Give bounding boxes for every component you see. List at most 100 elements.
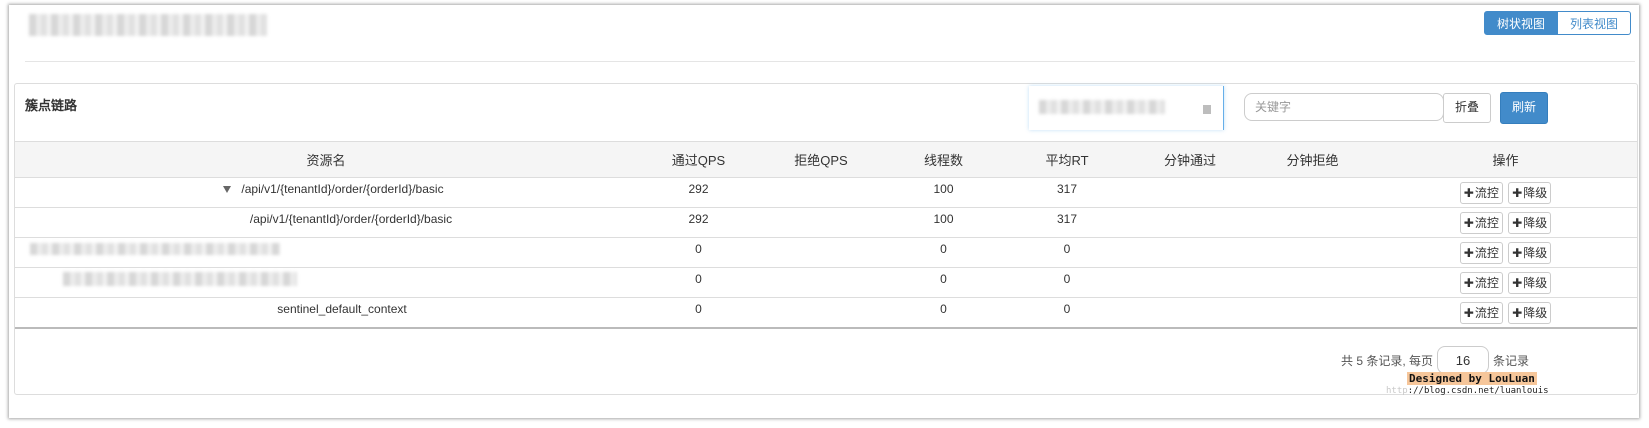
header-divider [25, 61, 1635, 62]
avg-rt-cell: 317 [1005, 177, 1129, 208]
min-block-cell [1251, 177, 1374, 208]
add-degrade-rule-label: 降级 [1523, 216, 1548, 230]
resource-panel: 簇点链路 折叠 刷新 资源名 通过QPS 拒绝QPS 线程数 平均RT 分钟通过… [14, 83, 1638, 395]
column-header-threads[interactable]: 线程数 [882, 141, 1005, 178]
add-flow-rule-label: 流控 [1474, 186, 1499, 200]
tree-view-button[interactable]: 树状视图 [1484, 11, 1559, 35]
pass-qps-cell: 0 [637, 297, 760, 329]
min-pass-cell [1129, 177, 1251, 208]
add-degrade-rule-label: 降级 [1523, 276, 1548, 290]
table-header-row: 资源名 通过QPS 拒绝QPS 线程数 平均RT 分钟通过 分钟拒绝 操作 [15, 141, 1637, 178]
table-row: /api/v1/{tenantId}/order/{orderId}/basic… [15, 177, 1637, 208]
actions-cell: ✚流控 ✚降级 [1374, 267, 1637, 298]
actions-cell: ✚流控 ✚降级 [1374, 237, 1637, 268]
threads-cell: 0 [882, 237, 1005, 268]
plus-icon: ✚ [1463, 186, 1474, 200]
column-header-actions: 操作 [1374, 141, 1637, 178]
plus-icon: ✚ [1512, 306, 1523, 320]
plus-icon: ✚ [1512, 246, 1523, 260]
column-header-resource[interactable]: 资源名 [15, 141, 637, 178]
threads-cell: 0 [882, 297, 1005, 329]
add-degrade-rule-button[interactable]: ✚降级 [1508, 182, 1552, 204]
plus-icon: ✚ [1512, 216, 1523, 230]
collapse-triangle-icon[interactable] [223, 186, 232, 194]
resource-table: 资源名 通过QPS 拒绝QPS 线程数 平均RT 分钟通过 分钟拒绝 操作 /a… [15, 141, 1637, 329]
resource-name-cell [15, 237, 637, 268]
avg-rt-cell: 0 [1005, 237, 1129, 268]
add-degrade-rule-label: 降级 [1523, 306, 1548, 320]
refresh-button[interactable]: 刷新 [1500, 92, 1548, 124]
block-qps-cell [760, 297, 882, 329]
resource-name-cell: sentinel_default_context [15, 297, 637, 329]
add-degrade-rule-button[interactable]: ✚降级 [1508, 272, 1552, 294]
avg-rt-cell: 317 [1005, 207, 1129, 238]
list-view-button[interactable]: 列表视图 [1558, 11, 1632, 35]
block-qps-cell [760, 267, 882, 298]
column-header-min-pass[interactable]: 分钟通过 [1129, 141, 1251, 178]
records-suffix-text: 条记录 [1493, 353, 1530, 368]
pass-qps-cell: 292 [637, 207, 760, 238]
pagination-info: 共 5 条记录, 每页 条记录 [1341, 346, 1529, 374]
plus-icon: ✚ [1463, 216, 1474, 230]
add-degrade-rule-label: 降级 [1523, 246, 1548, 260]
table-row: sentinel_default_context 0 0 0 ✚流控 ✚降级 [15, 297, 1637, 329]
table-row: /api/v1/{tenantId}/order/{orderId}/basic… [15, 207, 1637, 238]
total-records-text: 共 5 条记录, 每页 [1341, 353, 1434, 368]
add-degrade-rule-button[interactable]: ✚降级 [1508, 302, 1552, 324]
table-row: 0 0 0 ✚流控 ✚降级 [15, 237, 1637, 268]
threads-cell: 100 [882, 207, 1005, 238]
min-block-cell [1251, 267, 1374, 298]
pass-qps-cell: 0 [637, 237, 760, 268]
min-block-cell [1251, 207, 1374, 238]
column-header-min-block[interactable]: 分钟拒绝 [1251, 141, 1374, 178]
column-header-avg-rt[interactable]: 平均RT [1005, 141, 1129, 178]
url-rest: ://blog.csdn.net/luanlouis [1407, 386, 1549, 396]
plus-icon: ✚ [1512, 186, 1523, 200]
pass-qps-cell: 292 [637, 177, 760, 208]
table-row: 0 0 0 ✚流控 ✚降级 [15, 267, 1637, 298]
add-flow-rule-label: 流控 [1474, 246, 1499, 260]
min-block-cell [1251, 237, 1374, 268]
plus-icon: ✚ [1512, 276, 1523, 290]
keyword-search-input[interactable] [1244, 93, 1444, 121]
avg-rt-cell: 0 [1005, 297, 1129, 329]
resource-name: /api/v1/{tenantId}/order/{orderId}/basic [249, 212, 453, 226]
page-size-input[interactable] [1437, 346, 1490, 374]
add-flow-rule-button[interactable]: ✚流控 [1459, 212, 1503, 234]
blurred-resource-name [30, 243, 280, 255]
add-flow-rule-button[interactable]: ✚流控 [1459, 182, 1503, 204]
block-qps-cell [760, 207, 882, 238]
threads-cell: 0 [882, 267, 1005, 298]
column-header-block-qps[interactable]: 拒绝QPS [760, 141, 882, 178]
add-flow-rule-button[interactable]: ✚流控 [1459, 272, 1503, 294]
designed-by-watermark: Designed by LouLuan [1407, 372, 1537, 385]
actions-cell: ✚流控 ✚降级 [1374, 297, 1637, 329]
column-header-pass-qps[interactable]: 通过QPS [637, 141, 760, 178]
min-block-cell [1251, 297, 1374, 329]
view-toggle: 树状视图 列表视图 [1484, 11, 1632, 35]
block-qps-cell [760, 237, 882, 268]
fold-button[interactable]: 折叠 [1443, 93, 1491, 123]
blurred-resource-name [63, 272, 297, 286]
machine-select[interactable] [1029, 86, 1224, 130]
url-prefix: http [1386, 386, 1408, 396]
blurred-app-title [29, 14, 267, 36]
block-qps-cell [760, 177, 882, 208]
add-flow-rule-button[interactable]: ✚流控 [1459, 242, 1503, 264]
add-degrade-rule-button[interactable]: ✚降级 [1508, 242, 1552, 264]
add-flow-rule-label: 流控 [1474, 216, 1499, 230]
add-flow-rule-label: 流控 [1474, 276, 1499, 290]
resource-name: /api/v1/{tenantId}/order/{orderId}/basic [241, 182, 444, 196]
add-degrade-rule-button[interactable]: ✚降级 [1508, 212, 1552, 234]
threads-cell: 100 [882, 177, 1005, 208]
blurred-machine-name [1039, 100, 1165, 114]
resource-name-cell: /api/v1/{tenantId}/order/{orderId}/basic [15, 207, 637, 238]
pass-qps-cell: 0 [637, 267, 760, 298]
panel-title: 簇点链路 [25, 98, 78, 113]
min-pass-cell [1129, 237, 1251, 268]
actions-cell: ✚流控 ✚降级 [1374, 177, 1637, 208]
actions-cell: ✚流控 ✚降级 [1374, 207, 1637, 238]
plus-icon: ✚ [1463, 246, 1474, 260]
min-pass-cell [1129, 267, 1251, 298]
add-flow-rule-button[interactable]: ✚流控 [1459, 302, 1503, 324]
